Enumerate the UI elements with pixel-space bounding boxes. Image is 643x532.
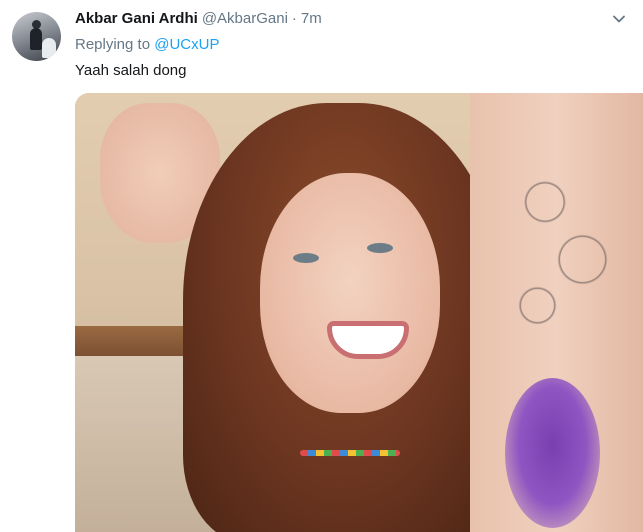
- author-handle[interactable]: @AkbarGani: [202, 10, 288, 27]
- photo-necklace: [300, 450, 400, 456]
- tweet: Akbar Gani Ardhi @AkbarGani · 7m Replyin…: [0, 0, 643, 532]
- chevron-down-icon[interactable]: [612, 12, 626, 26]
- tweet-text: Yaah salah dong: [75, 62, 187, 79]
- avatar-figure-body: [30, 28, 42, 50]
- tweet-media-photo[interactable]: [75, 93, 643, 532]
- photo-eye-left: [293, 253, 319, 263]
- replying-prefix: Replying to: [75, 36, 151, 53]
- header-separator: ·: [291, 10, 297, 27]
- avatar-figure-secondary: [42, 38, 56, 58]
- photo-eye-right: [367, 243, 393, 253]
- tweet-timestamp[interactable]: 7m: [301, 10, 322, 27]
- photo-flower-tattoo: [485, 133, 635, 363]
- reply-mention-link[interactable]: @UCxUP: [154, 36, 219, 53]
- tweet-header: Akbar Gani Ardhi @AkbarGani · 7m: [75, 10, 322, 30]
- photo-face: [260, 173, 440, 413]
- replying-to: Replying to @UCxUP: [75, 36, 219, 53]
- avatar[interactable]: [12, 12, 61, 61]
- photo-purple-dye: [505, 378, 600, 528]
- author-name[interactable]: Akbar Gani Ardhi: [75, 10, 198, 27]
